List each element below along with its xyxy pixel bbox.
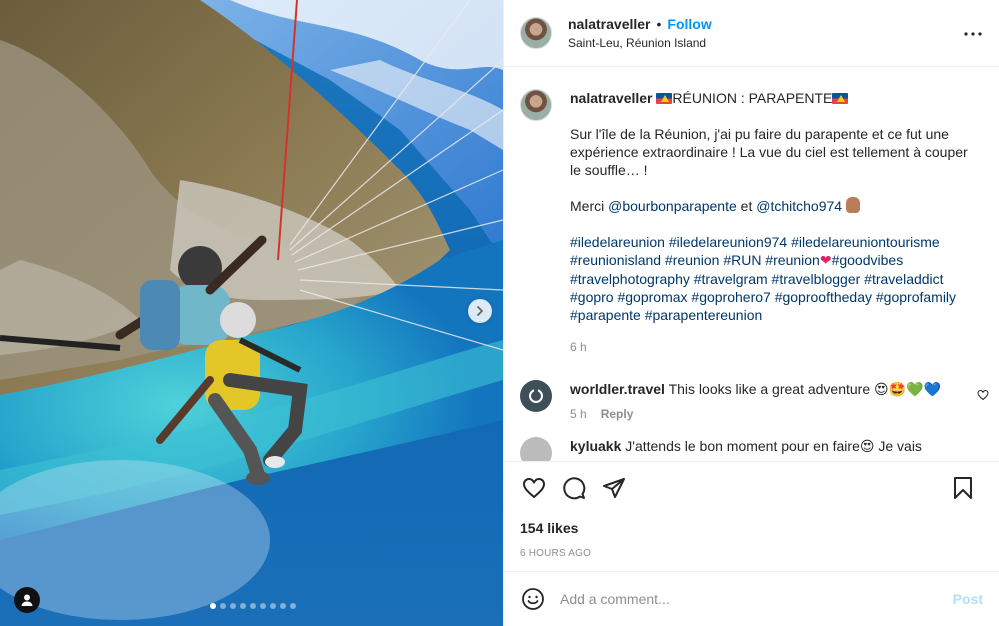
post-actions: 154 likes 6 HOURS AGO (504, 461, 999, 571)
reunion-flag-icon (656, 93, 673, 104)
comment-item: worldler.travel This looks like a great … (504, 380, 999, 423)
mention-link[interactable]: @bourbonparapente (608, 198, 737, 214)
save-button[interactable] (949, 474, 977, 502)
hashtag-links[interactable]: #gopro #gopromax #goprohero7 #goproofthe… (570, 289, 956, 305)
emoji-picker-button[interactable] (520, 586, 546, 612)
hashtag-links[interactable]: #parapente #parapentereunion (570, 307, 762, 323)
carousel-dot (280, 603, 286, 609)
caption-title-line: nalatraveller RÉUNION : PARAPENTE (570, 89, 982, 107)
comment-text: This looks like a great adventure (668, 381, 871, 397)
like-button[interactable] (520, 474, 548, 502)
comment-body: kyluakk J'attends le bon moment pour en … (570, 437, 950, 461)
comment-text-line: worldler.travel This looks like a great … (570, 380, 950, 399)
more-options-button[interactable] (963, 24, 983, 44)
heart-outline-icon (977, 389, 989, 401)
paragliding-photo (0, 0, 503, 626)
post-modal: nalatraveller • Follow Saint-Leu, Réunio… (0, 0, 999, 626)
carousel-dot (220, 603, 226, 609)
carousel-dot (250, 603, 256, 609)
add-comment-input[interactable] (560, 591, 953, 607)
author-avatar[interactable] (520, 17, 552, 49)
carousel-indicator (210, 603, 296, 609)
chevron-right-icon (477, 306, 483, 316)
carousel-dot (230, 603, 236, 609)
follow-button[interactable]: Follow (667, 16, 711, 32)
comment-meta: 5 h Reply (570, 405, 950, 423)
heart-emoji-icon: ❤ (819, 253, 832, 269)
commenter-username[interactable]: kyluakk (570, 438, 621, 454)
post-photo[interactable] (0, 0, 503, 626)
comment-like-button[interactable] (977, 388, 989, 404)
commenter-avatar[interactable] (520, 437, 552, 461)
caption-time[interactable]: 6 h (570, 338, 587, 356)
caption: nalatraveller RÉUNION : PARAPENTE Sur l'… (504, 67, 999, 356)
caption-paragraph: Sur l'île de la Réunion, j'ai pu faire d… (570, 126, 968, 178)
bookmark-icon (954, 477, 972, 499)
carousel-dot (290, 603, 296, 609)
post-location[interactable]: Saint-Leu, Réunion Island (568, 36, 712, 50)
comment-bubble-icon (563, 477, 586, 500)
caption-meta: 6 h (570, 338, 982, 356)
carousel-dot (240, 603, 246, 609)
author-username[interactable]: nalatraveller (568, 16, 651, 32)
mention-link[interactable]: @tchitcho974 (756, 198, 842, 214)
comment-text: J'attends le bon moment pour en faire (625, 438, 860, 454)
globe-logo-icon (529, 388, 543, 403)
post-time-ago[interactable]: 6 HOURS AGO (520, 548, 983, 559)
comment-emojis: 😍 (859, 439, 875, 455)
comment-button[interactable] (560, 474, 588, 502)
comment-item: kyluakk J'attends le bon moment pour en … (504, 437, 999, 461)
hashtag-links[interactable]: #travelphotography #travelgram #travelbl… (570, 271, 944, 287)
reunion-flag-icon (832, 93, 849, 104)
comment-body: worldler.travel This looks like a great … (570, 380, 950, 423)
caption-avatar[interactable] (520, 89, 552, 121)
heart-icon (523, 478, 545, 498)
post-header: nalatraveller • Follow Saint-Leu, Réunio… (504, 0, 999, 67)
hashtag-links[interactable]: #iledelareunion #iledelareunion974 #iled… (570, 234, 940, 250)
caption-thanks: Merci @bourbonparapente et @tchitcho974 (570, 197, 982, 215)
carousel-dot (270, 603, 276, 609)
hashtag-links[interactable]: #goodvibes (832, 252, 904, 268)
more-horizontal-icon (964, 32, 982, 36)
comment-time[interactable]: 5 h (570, 405, 587, 423)
paper-plane-icon (603, 478, 625, 498)
header-separator: • (656, 16, 662, 32)
commenter-username[interactable]: worldler.travel (570, 381, 665, 397)
comments-list[interactable]: nalatraveller RÉUNION : PARAPENTE Sur l'… (504, 67, 999, 461)
user-icon (21, 594, 33, 606)
likes-count[interactable]: 154 likes (520, 520, 983, 536)
share-button[interactable] (600, 474, 628, 502)
add-comment-bar: Post (504, 571, 999, 626)
action-icons (520, 474, 983, 502)
post-comment-button[interactable]: Post (953, 591, 983, 607)
hashtag-links[interactable]: #reunionisland #reunion #RUN #reunion (570, 252, 820, 268)
caption-hashtags: #iledelareunion #iledelareunion974 #iled… (570, 233, 982, 324)
carousel-dot (260, 603, 266, 609)
comment-emojis: 😍🤩💚💙 (874, 382, 941, 398)
thumbs-up-icon (845, 197, 860, 213)
comment-text-suffix: Je vais (878, 438, 922, 454)
carousel-dot (210, 603, 216, 609)
header-top-line: nalatraveller • Follow (568, 16, 712, 32)
caption-title: RÉUNION : PARAPENTE (672, 90, 833, 106)
commenter-avatar[interactable] (520, 380, 552, 412)
caption-username[interactable]: nalatraveller (570, 90, 653, 106)
thanks-prefix: Merci (570, 198, 605, 214)
tagged-users-button[interactable] (14, 587, 40, 613)
thanks-and: et (740, 198, 753, 214)
header-text: nalatraveller • Follow Saint-Leu, Réunio… (568, 16, 712, 50)
next-photo-button[interactable] (468, 299, 492, 323)
caption-body: nalatraveller RÉUNION : PARAPENTE Sur l'… (570, 89, 982, 356)
post-side-panel: nalatraveller • Follow Saint-Leu, Réunio… (503, 0, 999, 626)
smiley-icon (522, 588, 544, 610)
reply-button[interactable]: Reply (601, 405, 634, 423)
